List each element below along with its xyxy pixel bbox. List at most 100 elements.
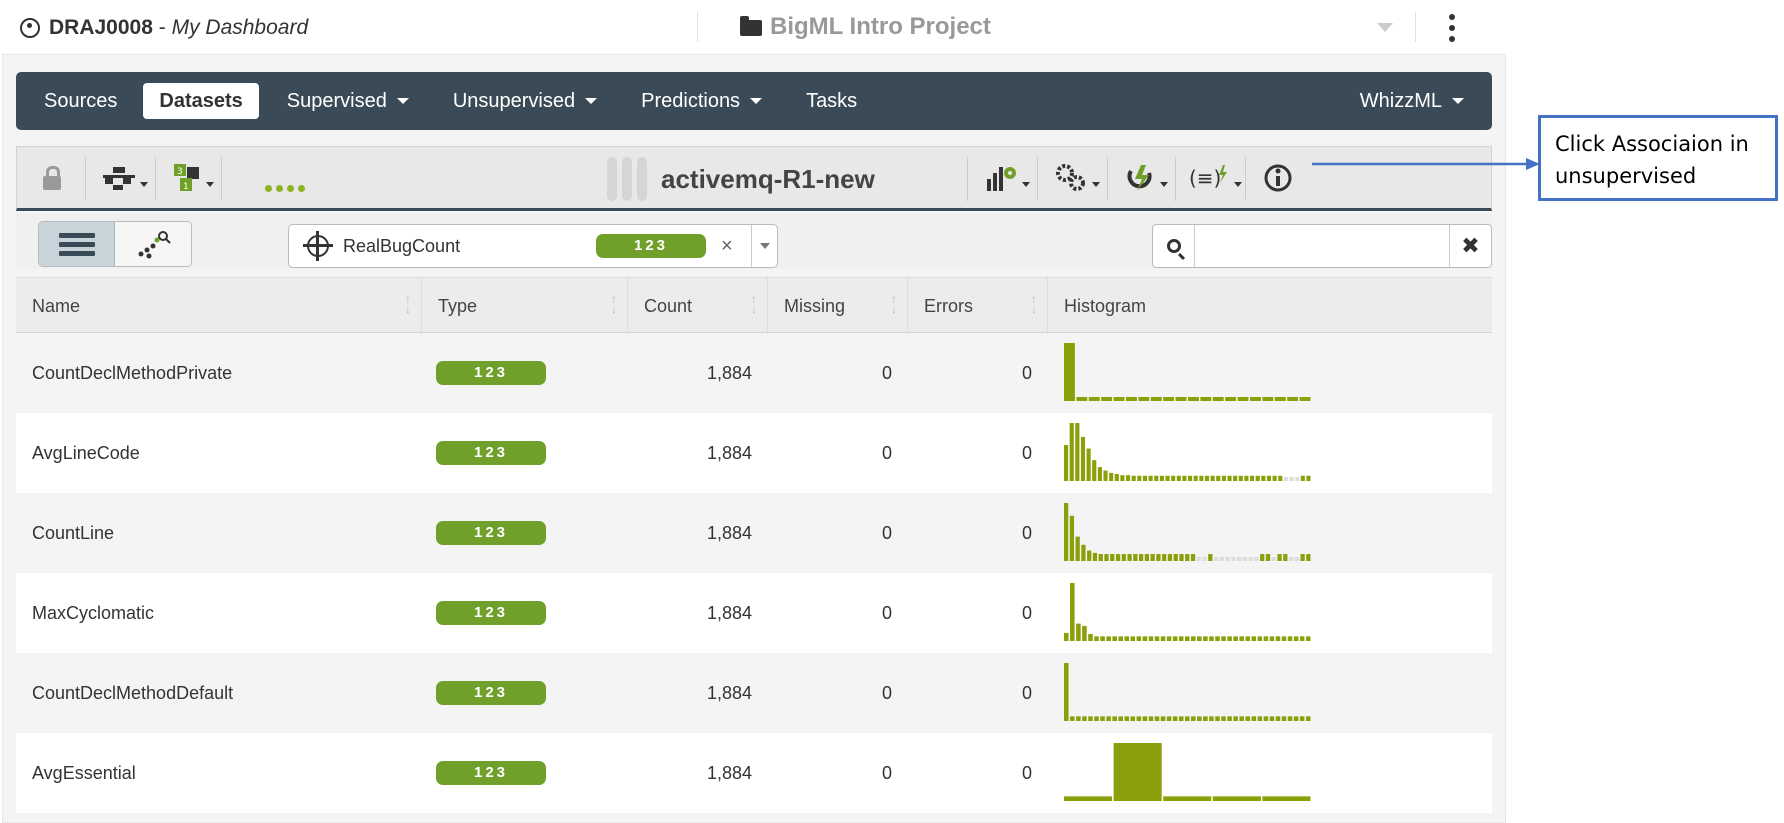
histogram-bar: [1227, 475, 1232, 481]
search-icon[interactable]: [1153, 225, 1195, 267]
dashboard-label: My Dashboard: [171, 16, 309, 39]
objective-dropdown-button[interactable]: [751, 225, 777, 267]
nav-whizzml[interactable]: WhizzML: [1344, 83, 1480, 119]
table-row[interactable]: CountLine 123 1,884 0 0: [16, 493, 1492, 573]
dashboard-title[interactable]: DRAJ0008 - My Dashboard: [20, 16, 308, 40]
histogram-bar: [1262, 796, 1311, 801]
histogram-bar: [1130, 716, 1136, 721]
nav-predictions[interactable]: Predictions: [625, 83, 778, 119]
histogram-bar: [1109, 472, 1114, 481]
table-row[interactable]: CountDeclMethodDefault 123 1,884 0 0: [16, 653, 1492, 733]
association-icon[interactable]: [1123, 161, 1168, 195]
field-type: 123: [422, 761, 628, 785]
histogram-bar: [1216, 475, 1221, 481]
histogram-bar: [1166, 636, 1172, 641]
field-name[interactable]: MaxCyclomatic: [16, 603, 422, 624]
numeric-type-badge: 123: [436, 521, 546, 545]
column-header-missing[interactable]: Missing ↑ ↓: [768, 278, 908, 334]
histogram-bar: [1210, 475, 1215, 481]
search-input[interactable]: [1195, 225, 1449, 267]
histogram-bar: [1231, 557, 1236, 561]
field-name[interactable]: CountLine: [16, 523, 422, 544]
table-row[interactable]: AvgLineCode 123 1,884 0 0: [16, 413, 1492, 493]
histogram-bar: [1076, 716, 1081, 721]
histogram-bar: [1178, 716, 1184, 721]
nav-datasets[interactable]: Datasets: [143, 83, 259, 119]
divider: [1415, 12, 1416, 42]
divider: [1107, 157, 1108, 201]
scatter-view-button[interactable]: [115, 222, 191, 266]
histogram-bar: [1219, 557, 1224, 561]
field-types-icon[interactable]: 31: [173, 161, 214, 195]
histogram-bar: [1088, 716, 1093, 721]
sort-icon[interactable]: ↑ ↓: [611, 293, 617, 315]
histogram-bar: [1295, 477, 1300, 481]
table-row[interactable]: AvgEssential 123 1,884 0 0: [16, 733, 1492, 813]
dots-icon[interactable]: [265, 171, 305, 205]
field-name[interactable]: CountDeclMethodDefault: [16, 683, 422, 704]
sort-icon[interactable]: ↑ ↓: [405, 293, 411, 315]
histogram-bar: [1104, 554, 1109, 561]
column-header-type[interactable]: Type ↑ ↓: [422, 278, 628, 334]
histogram[interactable]: [1048, 493, 1492, 573]
column-header-histogram: Histogram: [1048, 278, 1492, 334]
tree-icon[interactable]: [101, 161, 148, 195]
histogram-bar: [1120, 475, 1125, 481]
histogram-bar: [1064, 503, 1069, 561]
histogram-bar: [1172, 636, 1178, 641]
histogram-bar: [1103, 470, 1108, 481]
project-selector[interactable]: BigML Intro Project: [740, 13, 991, 41]
histogram-bar: [1209, 716, 1214, 721]
field-name[interactable]: CountDeclMethodPrivate: [16, 363, 422, 384]
kebab-menu-icon[interactable]: [1448, 14, 1456, 44]
column-label: Type: [438, 295, 478, 316]
objective-field-selector[interactable]: RealBugCount 123 ×: [288, 224, 778, 268]
histogram[interactable]: [1048, 413, 1492, 493]
histogram[interactable]: [1048, 733, 1492, 813]
histogram-chart: [1064, 583, 1311, 641]
histogram-bar: [1136, 636, 1142, 641]
nav-tasks[interactable]: Tasks: [790, 83, 873, 119]
settings-gears-icon[interactable]: [1053, 161, 1100, 195]
callout-arrow: [1312, 158, 1540, 170]
table-row[interactable]: MaxCyclomatic 123 1,884 0 0: [16, 573, 1492, 653]
histogram-bar: [1112, 636, 1117, 641]
histogram-bar: [1294, 557, 1299, 561]
histogram-bar: [1212, 397, 1224, 401]
histogram-chart: [1064, 343, 1311, 401]
histogram-bar: [1148, 475, 1153, 481]
info-icon[interactable]: [1263, 161, 1293, 195]
lock-icon[interactable]: [43, 161, 61, 195]
histogram-bar: [1251, 636, 1257, 641]
histogram-bar: [1154, 636, 1160, 641]
column-header-errors[interactable]: Errors ↑ ↓: [908, 278, 1048, 334]
clear-objective-button[interactable]: ×: [721, 235, 733, 258]
nav-unsupervised[interactable]: Unsupervised: [437, 83, 613, 119]
sort-icon[interactable]: ↑ ↓: [891, 293, 897, 315]
divider: [1245, 157, 1246, 201]
histogram-bar: [1160, 636, 1166, 641]
histogram[interactable]: [1048, 333, 1492, 413]
column-header-name[interactable]: Name ↑ ↓: [16, 278, 422, 334]
histogram-bar: [1193, 475, 1198, 481]
field-name[interactable]: AvgEssential: [16, 763, 422, 784]
histogram[interactable]: [1048, 653, 1492, 733]
histogram-bar: [1287, 716, 1293, 721]
histogram-bar: [1106, 716, 1111, 721]
field-name[interactable]: AvgLineCode: [16, 443, 422, 464]
sort-icon[interactable]: ↑ ↓: [1031, 293, 1037, 315]
sort-icon[interactable]: ↑ ↓: [751, 293, 757, 315]
list-view-button[interactable]: [39, 222, 115, 266]
clear-search-button[interactable]: ✖: [1449, 225, 1491, 267]
nav-sources[interactable]: Sources: [28, 83, 133, 119]
histogram[interactable]: [1048, 573, 1492, 653]
table-row[interactable]: CountDeclMethodPrivate 123 1,884 0 0: [16, 333, 1492, 413]
histogram-bar: [1064, 663, 1069, 721]
histogram-bar: [1250, 475, 1255, 481]
nav-supervised[interactable]: Supervised: [271, 83, 425, 119]
column-header-count[interactable]: Count ↑ ↓: [628, 278, 768, 334]
project-dropdown-icon[interactable]: [1377, 23, 1393, 32]
histogram-bar: [1305, 636, 1311, 641]
model-config-icon[interactable]: [985, 161, 1030, 195]
formula-icon[interactable]: (≡): [1189, 161, 1242, 195]
